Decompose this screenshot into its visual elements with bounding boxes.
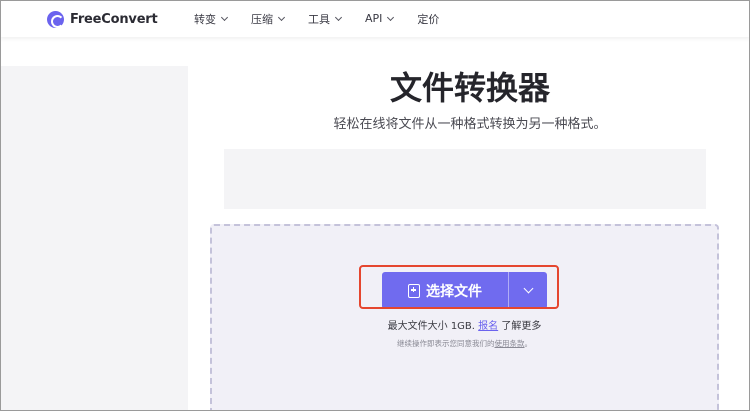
logo[interactable]: FreeConvert [47, 9, 158, 29]
terms-text: 继续操作即表示您同意我们的 [397, 339, 495, 348]
chevron-down-icon [277, 13, 286, 21]
learn-more-text: 了解更多 [498, 321, 542, 332]
nav-item-pricing[interactable]: 定价 [417, 11, 439, 27]
main-nav: 转变 压缩 工具 API 定价 [194, 0, 463, 37]
signup-link[interactable]: 报名 [478, 321, 498, 332]
terms-note: 继续操作即表示您同意我们的使用条款。 [210, 338, 719, 349]
freeconvert-logo-icon [47, 10, 64, 28]
top-header: FreeConvert 转变 压缩 工具 API 定价 [0, 0, 750, 37]
nav-item-label: 压缩 [251, 12, 273, 26]
chevron-down-icon [334, 13, 343, 21]
chevron-down-icon [387, 13, 395, 21]
page-subtitle: 轻松在线将文件从一种格式转换为另一种格式。 [333, 117, 607, 132]
nav-item-api[interactable]: API [365, 12, 395, 25]
ad-placeholder [224, 149, 706, 209]
max-size-note: 最大文件大小 1GB. 报名 了解更多 [210, 317, 719, 332]
page-title: 文件转换器 [389, 69, 550, 107]
logo-text: FreeConvert [70, 11, 158, 27]
terms-link[interactable]: 使用条款 [495, 339, 525, 348]
nav-item-tools[interactable]: 工具 [308, 11, 343, 27]
chevron-down-icon [220, 13, 229, 21]
max-size-text: 最大文件大小 1GB. [387, 321, 475, 332]
left-ad-panel [0, 66, 188, 411]
nav-item-label: 定价 [417, 12, 440, 26]
highlight-box [359, 265, 559, 309]
nav-item-convert[interactable]: 转变 [194, 11, 229, 27]
nav-item-label: 转变 [194, 12, 216, 26]
terms-end: 。 [524, 339, 533, 348]
nav-item-label: 工具 [308, 12, 330, 26]
nav-item-compress[interactable]: 压缩 [251, 11, 286, 27]
nav-item-label: API [365, 12, 383, 25]
